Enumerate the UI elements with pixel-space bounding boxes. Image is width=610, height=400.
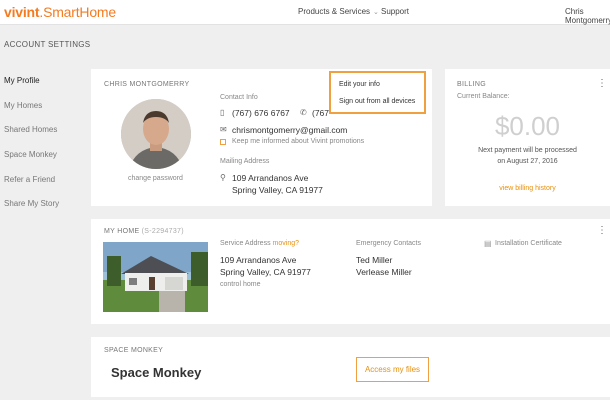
emergency-contacts-label: Emergency Contacts [356,240,421,247]
phone-secondary: (767 [312,108,330,118]
profile-options-menu: Edit your info Sign out from all devices [329,71,426,114]
change-password-link[interactable]: change password [128,175,183,182]
phone-primary: (767) 676 6767 [232,108,290,118]
moving-link[interactable]: moving? [273,240,299,247]
profile-name: CHRIS MONTGOMERRY [104,81,190,88]
location-pin-icon: ⚲ [220,173,226,182]
access-files-button[interactable]: Access my files [356,357,429,382]
sidebar-item-share-my-story[interactable]: Share My Story [4,199,59,208]
promo-checkbox[interactable] [220,139,226,145]
mailing-address-line1: 109 Arrandanos Ave [232,173,309,183]
home-photo [103,242,208,312]
nav-products-services[interactable]: Products & Services ⌄ [298,7,379,16]
sidebar-item-refer-a-friend[interactable]: Refer a Friend [4,175,55,184]
home-more-icon[interactable]: ⋮ [597,226,607,236]
page-title: ACCOUNT SETTINGS [4,40,91,49]
menu-item-edit-info[interactable]: Edit your info [339,81,380,88]
balance-label: Current Balance: [457,93,510,100]
emergency-contact-1: Ted Miller [356,255,393,265]
billing-more-icon[interactable]: ⋮ [597,79,607,89]
sidebar-item-space-monkey[interactable]: Space Monkey [4,150,57,159]
next-payment-text: Next payment will be processed [478,147,577,154]
next-payment-date: on August 27, 2016 [497,158,558,165]
chevron-down-icon: ⌄ [373,9,379,16]
my-home-card: MY HOME (S-2294737) ⋮ Service Address mo… [91,219,610,324]
service-address-line1: 109 Arrandanos Ave [220,255,297,265]
brand-logo[interactable]: vivint.SmartHome [4,4,116,20]
sidebar-item-my-profile[interactable]: My Profile [4,76,40,85]
menu-item-sign-out-all[interactable]: Sign out from all devices [339,98,415,105]
service-address-line2: Spring Valley, CA 91977 [220,267,311,277]
email-value: chrismontgomerry@gmail.com [232,125,348,135]
space-monkey-card: SPACE MONKEY Space Monkey Access my file… [91,337,610,397]
space-monkey-title: Space Monkey [111,365,202,380]
my-home-label: MY HOME (S-2294737) [104,228,184,235]
nav-support[interactable]: Support [381,7,409,16]
billing-label: BILLING [457,81,486,88]
space-monkey-label: SPACE MONKEY [104,347,164,354]
page-header: ACCOUNT SETTINGS [0,26,610,63]
installation-certificate-link[interactable]: Installation Certificate [495,240,562,247]
control-home-link[interactable]: control home [220,281,260,288]
mailing-address-line2: Spring Valley, CA 91977 [232,185,323,195]
contact-info-label: Contact Info [220,94,258,101]
billing-card: BILLING ⋮ Current Balance: $0.00 Next pa… [445,69,610,206]
top-bar: vivint.SmartHome Products & Services ⌄ Su… [0,0,610,25]
promo-label: Keep me informed about Vivint promotions [232,138,365,145]
emergency-contact-2: Verlease Miller [356,267,412,277]
profile-avatar[interactable] [121,99,191,169]
balance-amount: $0.00 [494,111,561,141]
sidebar-item-shared-homes[interactable]: Shared Homes [4,125,57,134]
phone-icon: ▯ [220,108,225,117]
billing-history-link[interactable]: view billing history [445,185,610,192]
sidebar-item-my-homes[interactable]: My Homes [4,101,42,110]
document-icon: ▤ [484,239,492,248]
mailing-address-label: Mailing Address [220,158,270,165]
profile-card: CHRIS MONTGOMERRY change password Contac… [91,69,432,206]
user-menu[interactable]: Chris Montgomerry [565,7,610,25]
phone-icon: ✆ [300,108,307,117]
avatar-photo [121,99,191,169]
email-icon: ✉ [220,125,227,134]
service-address-label: Service Address moving? [220,240,300,247]
